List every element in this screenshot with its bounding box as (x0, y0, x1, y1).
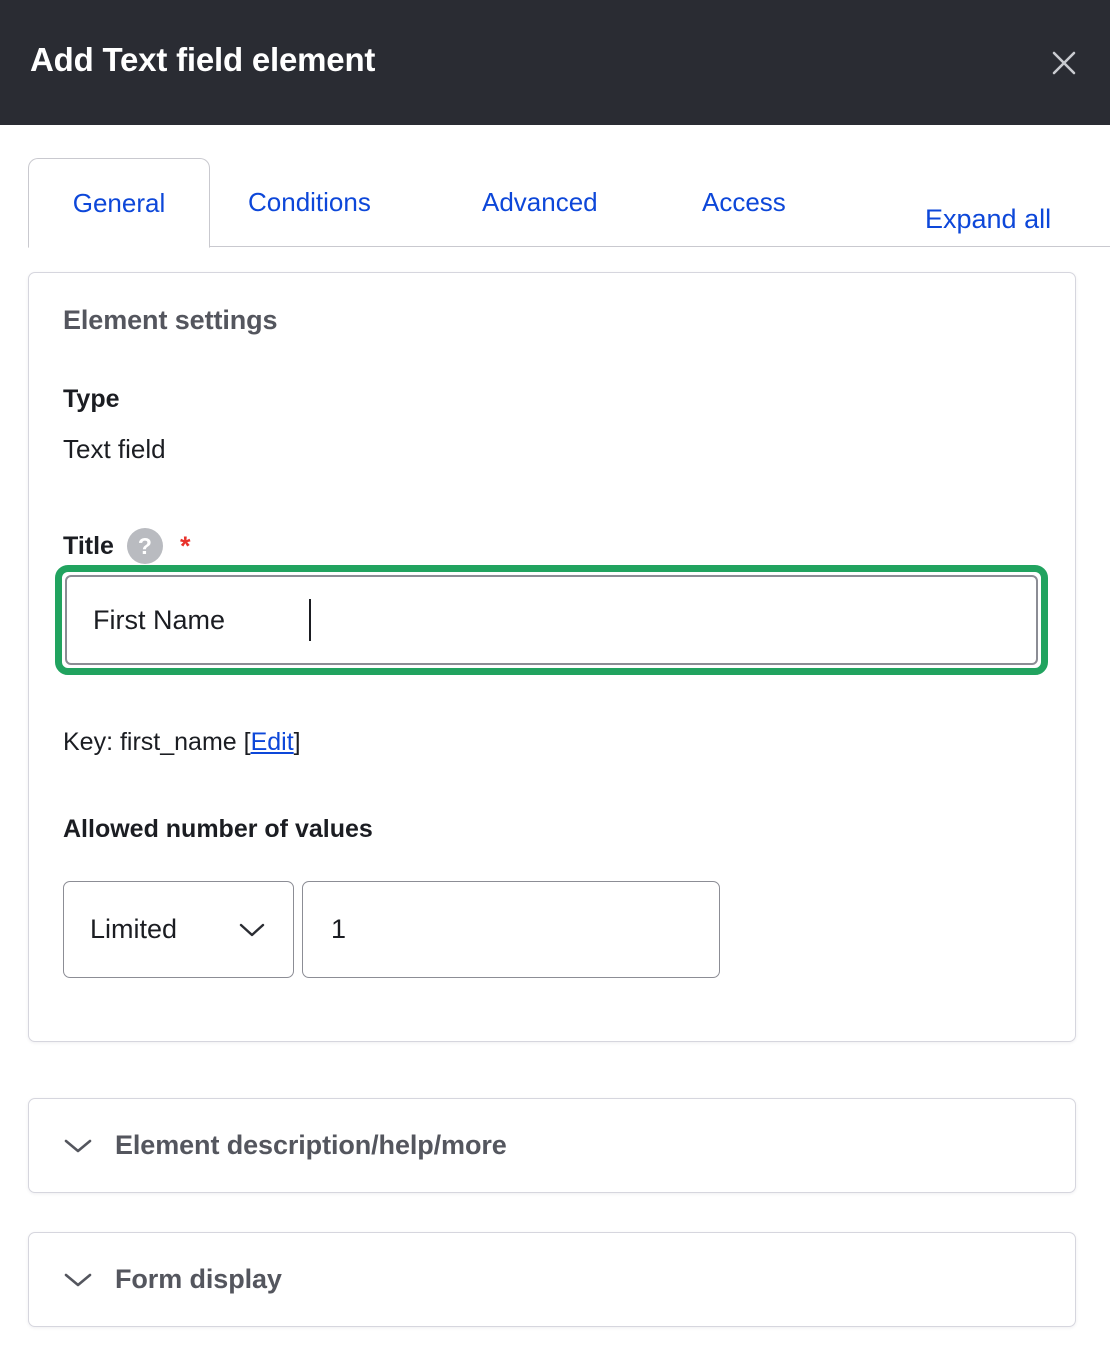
key-edit-link[interactable]: Edit (251, 728, 294, 756)
close-icon (1049, 48, 1079, 78)
help-icon[interactable]: ? (127, 528, 163, 564)
expand-all-link[interactable]: Expand all (925, 204, 1110, 235)
type-value: Text field (63, 434, 166, 465)
title-label: Title (63, 529, 114, 563)
allowed-values-label: Allowed number of values (63, 815, 373, 844)
element-settings-card: Element settings Type Text field Title ?… (28, 272, 1076, 1042)
element-settings-heading: Element settings (63, 305, 277, 336)
collapsible-form-display[interactable]: Form display (28, 1232, 1076, 1327)
allowed-values-select[interactable]: Limited (63, 881, 294, 978)
chevron-down-icon (63, 1137, 93, 1155)
tab-general[interactable]: General (28, 158, 210, 248)
text-cursor (309, 599, 311, 641)
add-element-dialog: Add Text field element General Condition… (0, 0, 1110, 1350)
title-label-row: Title ? * (63, 528, 190, 564)
tab-bar: General Conditions Advanced Access Expan… (0, 158, 1110, 248)
close-button[interactable] (1042, 41, 1086, 85)
collapsible-element-description[interactable]: Element description/help/more (28, 1098, 1076, 1193)
tab-conditions-label: Conditions (248, 187, 371, 218)
type-label: Type (63, 385, 120, 414)
chevron-down-icon (63, 1271, 93, 1289)
required-marker: * (180, 532, 191, 560)
dialog-header: Add Text field element (0, 0, 1110, 125)
key-suffix: ] (294, 728, 301, 756)
tab-general-label: General (73, 188, 166, 219)
collapsible-element-description-label: Element description/help/more (115, 1130, 507, 1161)
tab-access[interactable]: Access (676, 158, 812, 247)
chevron-down-icon (239, 922, 265, 938)
tab-advanced-label: Advanced (482, 187, 598, 218)
tab-advanced[interactable]: Advanced (456, 158, 624, 247)
key-line: Key: first_name [Edit] (63, 728, 301, 757)
allowed-values-select-value: Limited (90, 914, 177, 945)
tab-conditions[interactable]: Conditions (222, 158, 397, 247)
allowed-values-number-input[interactable] (302, 881, 720, 978)
key-prefix: Key: first_name [ (63, 728, 251, 756)
allowed-values-row: Limited (63, 881, 720, 978)
collapsible-form-display-label: Form display (115, 1264, 282, 1295)
title-input-focus-ring (55, 565, 1048, 675)
title-input[interactable] (65, 575, 1038, 665)
tab-access-label: Access (702, 187, 786, 218)
page-title: Add Text field element (30, 38, 375, 82)
